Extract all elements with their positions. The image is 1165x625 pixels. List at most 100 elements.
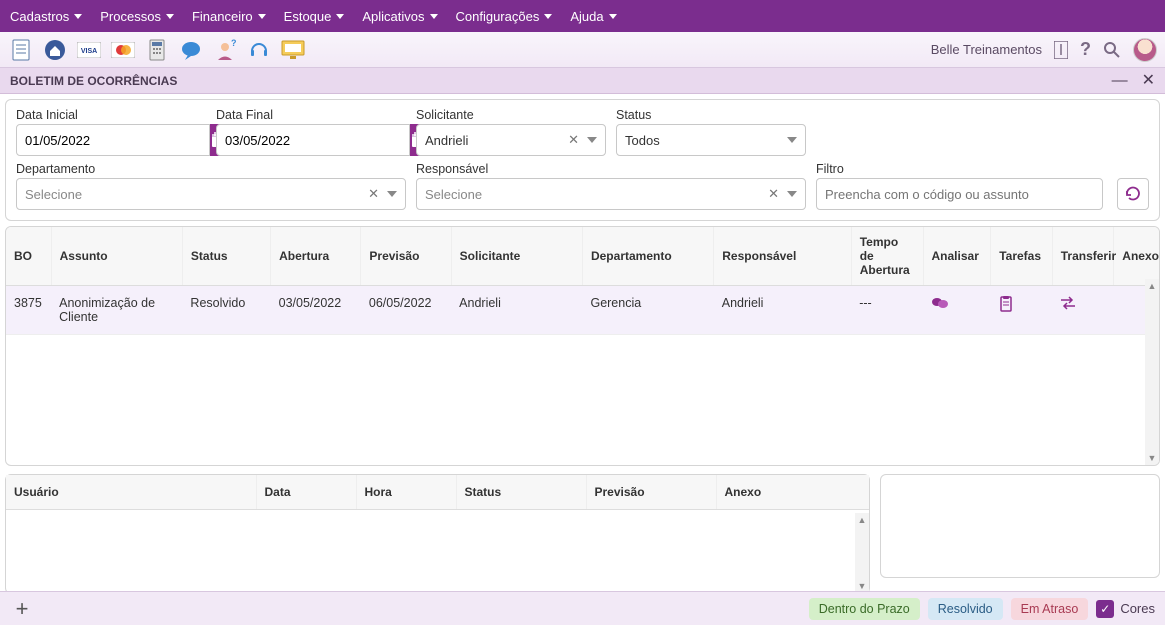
cell-tempo: --- — [851, 286, 923, 335]
toolbar-right: Belle Treinamentos ? — [931, 38, 1157, 62]
detail-textarea[interactable] — [880, 474, 1160, 578]
cell-tarefas[interactable] — [991, 286, 1053, 335]
th-solicitante[interactable]: Solicitante — [451, 227, 582, 286]
lower-area: Usuário Data Hora Status Previsão Anexo … — [5, 474, 1160, 594]
th-data[interactable]: Data — [256, 475, 356, 510]
support-person-icon[interactable]: ? — [212, 37, 238, 63]
legend-resolvido: Resolvido — [928, 598, 1003, 620]
filter-panel: Data Inicial Data Final Solicitante Andr… — [5, 99, 1160, 221]
panel-title: BOLETIM DE OCORRÊNCIAS — [10, 74, 177, 88]
menu-ajuda[interactable]: Ajuda — [570, 9, 616, 24]
clear-icon[interactable]: ✕ — [768, 186, 779, 202]
responsavel-select[interactable]: Selecione ✕ — [416, 178, 806, 210]
th-previsao2[interactable]: Previsão — [586, 475, 716, 510]
cores-label: Cores — [1120, 601, 1155, 616]
menu-configuracoes[interactable]: Configurações — [456, 9, 553, 24]
avatar[interactable] — [1133, 38, 1157, 62]
main-table: BO Assunto Status Abertura Previsão Soli… — [6, 227, 1159, 335]
help-icon[interactable]: ? — [1080, 39, 1091, 60]
minimize-button[interactable]: — — [1112, 73, 1128, 89]
legend: Dentro do Prazo Resolvido Em Atraso ✓ Co… — [809, 598, 1155, 620]
th-responsavel[interactable]: Responsável — [714, 227, 851, 286]
calculator-icon[interactable] — [144, 37, 170, 63]
table-header-row: BO Assunto Status Abertura Previsão Soli… — [6, 227, 1159, 286]
th-tempo[interactable]: Tempo de Abertura — [851, 227, 923, 286]
cell-analisar[interactable] — [923, 286, 991, 335]
field-label: Status — [616, 108, 806, 122]
transfer-arrows-icon — [1060, 296, 1106, 310]
th-status[interactable]: Status — [182, 227, 270, 286]
add-button[interactable]: + — [10, 596, 34, 622]
chat-icon[interactable] — [178, 37, 204, 63]
table-row[interactable]: 3875 Anonimização de Cliente Resolvido 0… — [6, 286, 1159, 335]
chevron-down-icon — [587, 137, 597, 143]
menu-label: Processos — [100, 9, 161, 24]
detail-table: Usuário Data Hora Status Previsão Anexo — [6, 475, 869, 510]
document-icon[interactable] — [8, 37, 34, 63]
th-bo[interactable]: BO — [6, 227, 51, 286]
scroll-down-icon[interactable]: ▼ — [855, 581, 869, 591]
th-transferir[interactable]: Transferir — [1052, 227, 1114, 286]
chevron-down-icon — [430, 14, 438, 19]
top-menubar: Cadastros Processos Financeiro Estoque A… — [0, 0, 1165, 32]
cell-assunto: Anonimização de Cliente — [51, 286, 182, 335]
chevron-down-icon — [609, 14, 617, 19]
close-button[interactable]: ✕ — [1142, 73, 1155, 89]
cell-departamento: Gerencia — [582, 286, 713, 335]
cell-previsao: 06/05/2022 — [361, 286, 451, 335]
cell-transferir[interactable] — [1052, 286, 1114, 335]
detail-table-box: Usuário Data Hora Status Previsão Anexo … — [5, 474, 870, 594]
solicitante-select[interactable]: Andrieli ✕ — [416, 124, 606, 156]
mastercard-icon[interactable] — [110, 37, 136, 63]
status-select[interactable]: Todos — [616, 124, 806, 156]
scrollbar[interactable]: ▲ ▼ — [1145, 279, 1159, 465]
data-inicial-input[interactable] — [16, 124, 210, 156]
refresh-button[interactable] — [1117, 178, 1149, 210]
th-departamento[interactable]: Departamento — [582, 227, 713, 286]
th-analisar[interactable]: Analisar — [923, 227, 991, 286]
th-tarefas[interactable]: Tarefas — [991, 227, 1053, 286]
scroll-down-icon[interactable]: ▼ — [1145, 453, 1159, 463]
field-label: Filtro — [816, 162, 1103, 176]
data-final-input[interactable] — [216, 124, 410, 156]
field-data-inicial: Data Inicial — [16, 108, 206, 156]
monitor-icon[interactable] — [280, 37, 306, 63]
menu-aplicativos[interactable]: Aplicativos — [362, 9, 437, 24]
home-icon[interactable] — [42, 37, 68, 63]
visa-card-icon[interactable]: VISA — [76, 37, 102, 63]
menu-estoque[interactable]: Estoque — [284, 9, 345, 24]
clear-icon[interactable]: ✕ — [568, 132, 579, 148]
th-anexo2[interactable]: Anexo — [716, 475, 869, 510]
field-label: Data Inicial — [16, 108, 206, 122]
search-icon[interactable] — [1103, 41, 1121, 59]
th-abertura[interactable]: Abertura — [271, 227, 361, 286]
scroll-up-icon[interactable]: ▲ — [855, 515, 869, 525]
th-hora[interactable]: Hora — [356, 475, 456, 510]
th-assunto[interactable]: Assunto — [51, 227, 182, 286]
field-label: Solicitante — [416, 108, 606, 122]
select-value: Andrieli — [425, 133, 468, 148]
th-anexo[interactable]: Anexo — [1114, 227, 1159, 286]
chat-bubbles-icon — [931, 296, 983, 310]
menu-cadastros[interactable]: Cadastros — [10, 9, 82, 24]
field-solicitante: Solicitante Andrieli ✕ — [416, 108, 606, 156]
scrollbar[interactable]: ▲ ▼ — [855, 513, 869, 593]
legend-em-atraso: Em Atraso — [1011, 598, 1089, 620]
chevron-down-icon — [387, 191, 397, 197]
headset-icon[interactable] — [246, 37, 272, 63]
field-filtro: Filtro — [816, 162, 1103, 210]
field-label: Departamento — [16, 162, 406, 176]
th-usuario[interactable]: Usuário — [6, 475, 256, 510]
cores-toggle[interactable]: ✓ Cores — [1096, 600, 1155, 618]
scroll-up-icon[interactable]: ▲ — [1145, 281, 1159, 291]
menu-label: Aplicativos — [362, 9, 424, 24]
clear-icon[interactable]: ✕ — [368, 186, 379, 202]
departamento-select[interactable]: Selecione ✕ — [16, 178, 406, 210]
menu-financeiro[interactable]: Financeiro — [192, 9, 266, 24]
menu-processos[interactable]: Processos — [100, 9, 174, 24]
field-status: Status Todos — [616, 108, 806, 156]
bookmark-icon[interactable] — [1054, 41, 1068, 59]
th-status2[interactable]: Status — [456, 475, 586, 510]
filtro-input[interactable] — [816, 178, 1103, 210]
th-previsao[interactable]: Previsão — [361, 227, 451, 286]
